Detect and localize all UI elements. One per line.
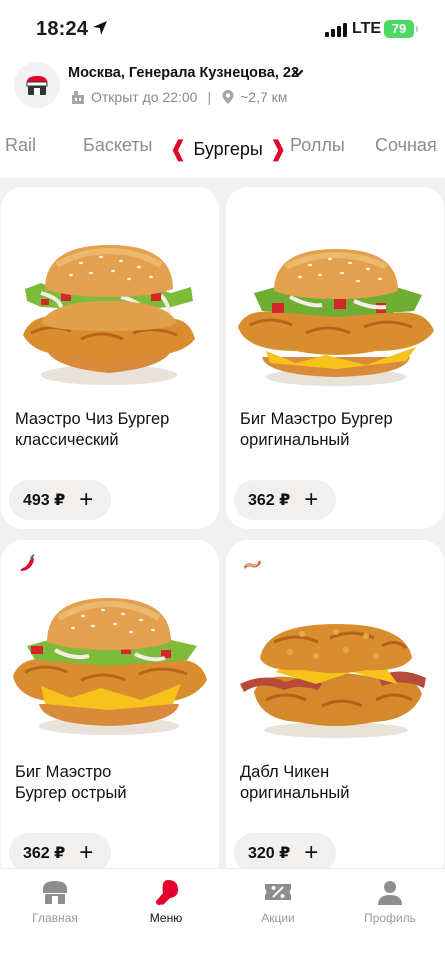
plus-icon: +: [304, 839, 319, 866]
signal-strength-icon: [325, 23, 347, 37]
product-card[interactable]: Дабл Чикен оригинальный 320 ₽ +: [226, 540, 444, 882]
store-icon: [26, 76, 48, 95]
drumstick-icon: [156, 880, 178, 905]
nav-home[interactable]: Главная: [5, 877, 105, 933]
product-price: 493 ₽: [23, 492, 66, 509]
nav-promotions[interactable]: Акции: [228, 877, 328, 933]
store-logo: [14, 62, 60, 108]
tab-baskets[interactable]: Баскеты: [83, 135, 153, 156]
meta-separator: |: [207, 89, 212, 105]
store-address[interactable]: Москва, Генерала Кузнецова, 22: [68, 65, 299, 81]
chevron-down-icon[interactable]: [292, 67, 304, 79]
product-image: [1, 580, 219, 750]
battery-icon: 79: [384, 20, 418, 38]
product-name: Биг Маэстро Бургер острый: [15, 763, 127, 802]
store-icon: [43, 881, 67, 904]
map-pin-icon: [222, 90, 234, 104]
category-tabs: r Rail Баскеты Бургеры Роллы Сочная: [0, 118, 445, 178]
add-to-cart-button[interactable]: 362 ₽ +: [9, 833, 111, 873]
status-bar: 18:24 LTE 79: [0, 0, 445, 58]
plus-icon: +: [79, 839, 94, 866]
nav-menu[interactable]: Меню: [116, 877, 216, 933]
add-to-cart-button[interactable]: 362 ₽ +: [234, 480, 336, 520]
chili-pepper-icon: [20, 554, 35, 571]
store-building-icon: [72, 91, 84, 104]
product-card[interactable]: Биг Маэстро Бургер оригинальный 362 ₽ +: [226, 187, 444, 529]
bottom-nav: Главная Меню Акции Профиль: [0, 868, 445, 964]
plus-icon: +: [304, 486, 319, 513]
product-image: [1, 227, 219, 397]
profile-icon: [378, 881, 402, 905]
tab-rolls[interactable]: Роллы: [290, 135, 345, 156]
location-arrow-icon: [93, 21, 107, 35]
store-hours: Открыт до 22:00: [91, 89, 198, 105]
tab-burgers[interactable]: Бургеры: [169, 135, 287, 161]
store-meta: Открыт до 22:00 | ~2,7 км: [70, 89, 287, 105]
add-to-cart-button[interactable]: 493 ₽ +: [9, 480, 111, 520]
add-to-cart-button[interactable]: 320 ₽ +: [234, 833, 336, 873]
status-time: 18:24: [36, 18, 89, 40]
bacon-icon: [244, 560, 261, 569]
product-name: Биг Маэстро Бургер оригинальный: [240, 410, 393, 449]
product-card[interactable]: Биг Маэстро Бургер острый 362 ₽ +: [1, 540, 219, 882]
tab-juicy[interactable]: Сочная: [375, 135, 437, 156]
store-distance: ~2,7 км: [240, 89, 288, 105]
product-price: 362 ₽: [23, 845, 66, 862]
product-name: Маэстро Чиз Бургер классический: [15, 410, 170, 449]
tab-rail[interactable]: r Rail: [0, 135, 36, 156]
product-price: 320 ₽: [248, 845, 291, 862]
store-header[interactable]: Москва, Генерала Кузнецова, 22 Открыт до…: [0, 58, 445, 118]
network-label: LTE: [352, 20, 382, 37]
coupon-icon: [265, 884, 291, 900]
product-image: [226, 580, 444, 750]
product-image: [226, 227, 444, 397]
plus-icon: +: [79, 486, 94, 513]
nav-profile[interactable]: Профиль: [340, 877, 440, 933]
product-card[interactable]: Маэстро Чиз Бургер классический 493 ₽ +: [1, 187, 219, 529]
product-price: 362 ₽: [248, 492, 291, 509]
product-name: Дабл Чикен оригинальный: [240, 763, 350, 802]
